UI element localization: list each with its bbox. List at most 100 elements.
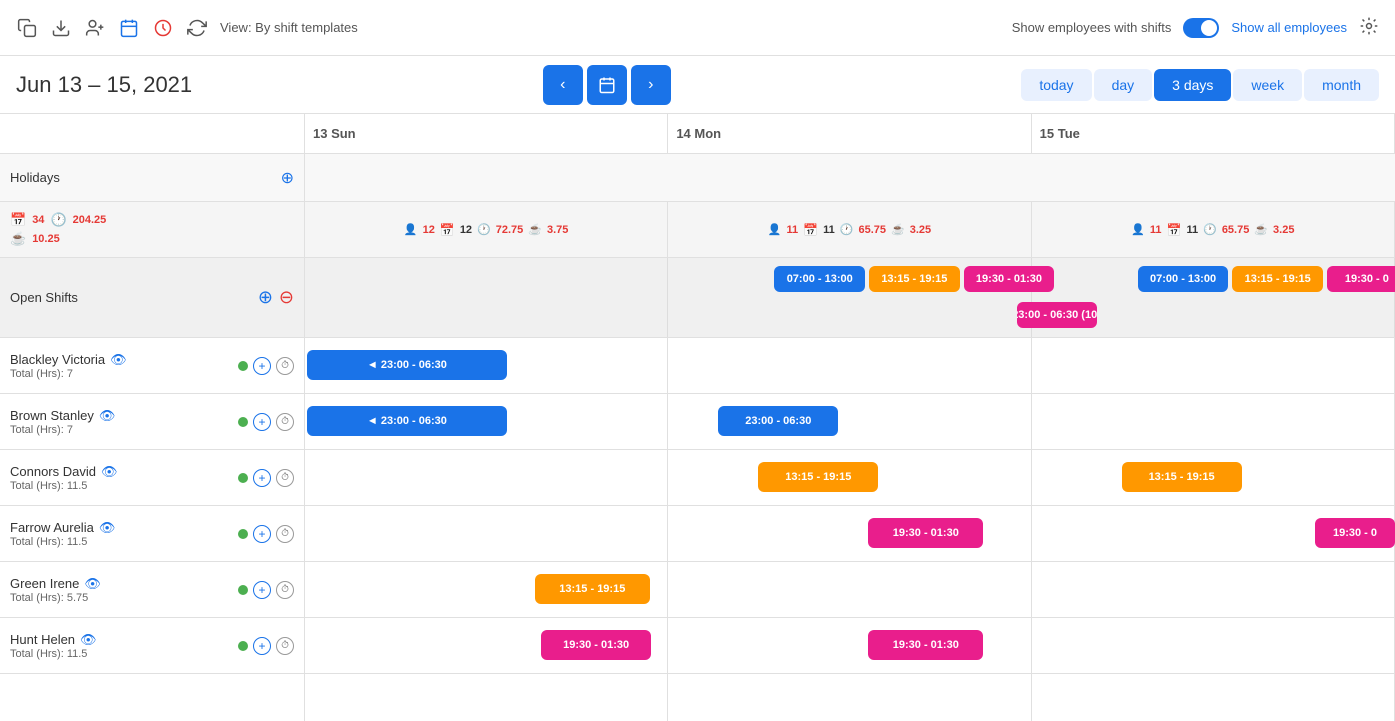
copy-icon[interactable] <box>16 17 38 39</box>
tue-coffee-icon: ☕ <box>1254 223 1268 236</box>
blackley-clock-icon[interactable]: ⏱ <box>276 357 294 375</box>
blackley-name: Blackley Victoria <box>10 352 105 367</box>
farrow-eye-icon[interactable]: 👁 <box>99 520 116 536</box>
hunt-clock-icon[interactable]: ⏱ <box>276 637 294 655</box>
tue-clock-val: 65.75 <box>1222 224 1250 236</box>
prev-button[interactable]: ‹ <box>543 65 583 105</box>
hunt-shift-mon[interactable]: 19:30 - 01:30 <box>868 630 983 660</box>
farrow-name: Farrow Aurelia <box>10 520 94 535</box>
open-shifts-add-icon[interactable]: ⊕ <box>258 287 273 308</box>
tue-cal-count: 11 <box>1186 224 1198 236</box>
mon-clock-icon: 🕐 <box>840 223 854 236</box>
holidays-row-label: Holidays ⊕ <box>0 154 304 202</box>
show-employees-toggle[interactable] <box>1183 18 1219 38</box>
settings-icon[interactable] <box>1359 16 1379 39</box>
blackley-eye-icon[interactable]: 👁 <box>110 352 127 368</box>
green-name: Green Irene <box>10 576 79 591</box>
brown-shift-mon[interactable]: 23:00 - 06:30 <box>718 406 838 436</box>
green-grid-row[interactable]: 13:15 - 19:15 <box>305 562 1395 618</box>
blackley-add-icon[interactable]: + <box>253 357 271 375</box>
summary-row-label: 📅 34 🕐 204.25 ☕ 10.25 <box>0 202 304 258</box>
farrow-shift-tue[interactable]: 19:30 - 0 <box>1315 518 1395 548</box>
show-employees-label: Show employees with shifts <box>1012 20 1172 35</box>
calendar-picker-button[interactable] <box>587 65 627 105</box>
next-button[interactable]: › <box>631 65 671 105</box>
open-shifts-label-text: Open Shifts <box>10 290 78 305</box>
connors-add-icon[interactable]: + <box>253 469 271 487</box>
summary-cal-icon: 📅 <box>10 212 26 228</box>
open-shift-block[interactable]: 23:00 - 06:30 (10) <box>1017 302 1097 328</box>
day-header-sun: 13 Sun <box>305 114 668 153</box>
hunt-total: Total (Hrs): 11.5 <box>10 648 97 660</box>
employee-row-hunt: Hunt Helen 👁 Total (Hrs): 11.5 + ⏱ <box>0 618 304 674</box>
green-shift-sun[interactable]: 13:15 - 19:15 <box>535 574 650 604</box>
hunt-grid-row[interactable]: 19:30 - 01:30 19:30 - 01:30 <box>305 618 1395 674</box>
summary-breaks: 10.25 <box>32 233 60 245</box>
open-shifts-remove-icon[interactable]: ⊖ <box>279 287 294 308</box>
green-eye-icon[interactable]: 👁 <box>84 576 101 592</box>
time-icon[interactable] <box>152 17 174 39</box>
hunt-name: Hunt Helen <box>10 632 75 647</box>
refresh-icon[interactable] <box>186 17 208 39</box>
download-icon[interactable] <box>50 17 72 39</box>
sun-clock-icon: 🕐 <box>477 223 491 236</box>
connors-shift-mon[interactable]: 13:15 - 19:15 <box>758 462 878 492</box>
summary-count: 34 <box>32 214 44 226</box>
add-user-icon[interactable] <box>84 17 106 39</box>
farrow-add-icon[interactable]: + <box>253 525 271 543</box>
open-shift-block[interactable]: 19:30 - 0 <box>1327 266 1395 292</box>
brown-clock-icon[interactable]: ⏱ <box>276 413 294 431</box>
tue-clock-icon: 🕐 <box>1203 223 1217 236</box>
summary-clock-icon: 🕐 <box>50 212 66 228</box>
holidays-globe-icon[interactable]: ⊕ <box>281 168 294 188</box>
view-day-button[interactable]: day <box>1094 69 1153 101</box>
summary-grid-row: 👤 12 📅 12 🕐 72.75 ☕ 3.75 👤 11 📅 11 🕐 <box>305 202 1395 258</box>
open-shift-block[interactable]: 07:00 - 13:00 <box>774 266 865 292</box>
mon-people-icon: 👤 <box>768 223 782 236</box>
connors-status-dot <box>238 473 248 483</box>
hunt-add-icon[interactable]: + <box>253 637 271 655</box>
day-headers: 13 Sun 14 Mon 15 Tue <box>305 114 1395 153</box>
calendar-icon[interactable] <box>118 17 140 39</box>
connors-name: Connors David <box>10 464 96 479</box>
employee-row-farrow: Farrow Aurelia 👁 Total (Hrs): 11.5 + ⏱ <box>0 506 304 562</box>
sun-cal-icon: 📅 <box>440 223 455 237</box>
open-shift-block[interactable]: 13:15 - 19:15 <box>869 266 960 292</box>
sun-cal-count: 12 <box>460 224 472 236</box>
tue-coffee-val: 3.25 <box>1273 224 1294 236</box>
hunt-shift-sun[interactable]: 19:30 - 01:30 <box>541 630 651 660</box>
green-status-dot <box>238 585 248 595</box>
farrow-grid-row[interactable]: 19:30 - 01:30 19:30 - 0 <box>305 506 1395 562</box>
green-add-icon[interactable]: + <box>253 581 271 599</box>
brown-shift-sun[interactable]: ◄ 23:00 - 06:30 <box>307 406 507 436</box>
hunt-eye-icon[interactable]: 👁 <box>80 632 97 648</box>
connors-grid-row[interactable]: 13:15 - 19:15 13:15 - 19:15 <box>305 450 1395 506</box>
brown-add-icon[interactable]: + <box>253 413 271 431</box>
brown-grid-row[interactable]: ◄ 23:00 - 06:30 23:00 - 06:30 <box>305 394 1395 450</box>
mon-coffee-val: 3.25 <box>910 224 931 236</box>
blackley-total: Total (Hrs): 7 <box>10 368 127 380</box>
show-all-link[interactable]: Show all employees <box>1231 20 1347 35</box>
connors-shift-tue[interactable]: 13:15 - 19:15 <box>1122 462 1242 492</box>
green-clock-icon[interactable]: ⏱ <box>276 581 294 599</box>
open-shift-block[interactable]: 13:15 - 19:15 <box>1232 266 1323 292</box>
connors-clock-icon[interactable]: ⏱ <box>276 469 294 487</box>
view-week-button[interactable]: week <box>1233 69 1302 101</box>
hunt-status-dot <box>238 641 248 651</box>
header-left-empty <box>0 114 305 153</box>
farrow-clock-icon[interactable]: ⏱ <box>276 525 294 543</box>
view-3days-button[interactable]: 3 days <box>1154 69 1231 101</box>
connors-eye-icon[interactable]: 👁 <box>101 464 118 480</box>
view-month-button[interactable]: month <box>1304 69 1379 101</box>
connors-total: Total (Hrs): 11.5 <box>10 480 118 492</box>
employee-row-green: Green Irene 👁 Total (Hrs): 5.75 + ⏱ <box>0 562 304 618</box>
brown-eye-icon[interactable]: 👁 <box>99 408 116 424</box>
open-shift-block[interactable]: 07:00 - 13:00 <box>1138 266 1229 292</box>
view-today-button[interactable]: today <box>1021 69 1091 101</box>
open-shift-block[interactable]: 19:30 - 01:30 <box>964 266 1055 292</box>
holidays-label-text: Holidays <box>10 170 60 185</box>
blackley-grid-row[interactable]: ◄ 23:00 - 06:30 <box>305 338 1395 394</box>
farrow-shift-mon[interactable]: 19:30 - 01:30 <box>868 518 983 548</box>
sun-coffee-val: 3.75 <box>547 224 568 236</box>
blackley-shift-sun[interactable]: ◄ 23:00 - 06:30 <box>307 350 507 380</box>
